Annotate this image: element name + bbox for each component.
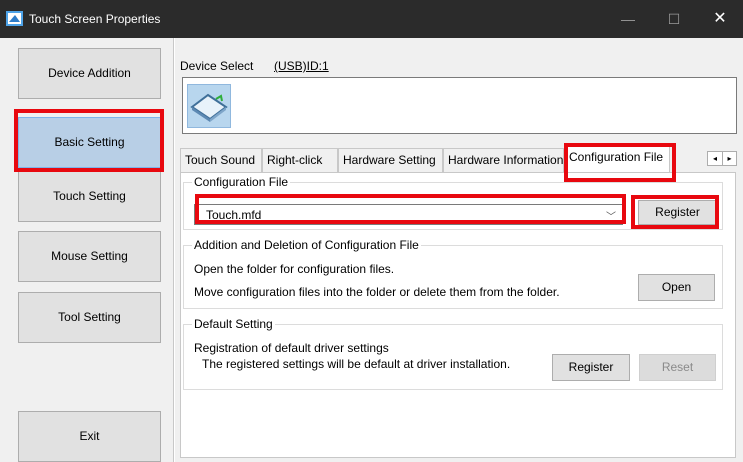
device-id-link[interactable]: (USB)ID:1 <box>274 59 329 73</box>
touch-panel-glyph <box>190 93 228 122</box>
device-select-label: Device Select <box>180 59 254 73</box>
main-panel: Device Select (USB)ID:1 Touch Sound Righ… <box>175 38 743 462</box>
config-file-group-title: Configuration File <box>192 175 291 189</box>
title-bar: Touch Screen Properties — ☐ ✕ <box>0 0 743 38</box>
default-setting-line1: Registration of default driver settings <box>194 341 389 355</box>
config-file-dropdown[interactable]: Touch.mfd ﹀ <box>194 204 623 225</box>
tab-scroll-right-icon[interactable]: ▸ <box>722 152 736 165</box>
sidebar: Device Addition Basic Setting Touch Sett… <box>0 38 174 462</box>
default-setting-line2: The registered settings will be default … <box>202 357 511 371</box>
chevron-down-icon[interactable]: ﹀ <box>606 208 616 223</box>
sidebar-item-device-addition[interactable]: Device Addition <box>18 48 161 99</box>
config-register-button[interactable]: Register <box>638 200 717 225</box>
reset-button[interactable]: Reset <box>639 354 716 381</box>
add-delete-line2: Move configuration files into the folder… <box>194 285 560 299</box>
sidebar-item-mouse-setting[interactable]: Mouse Setting <box>18 231 161 282</box>
tab-scroll-buttons: ◂ ▸ <box>707 151 737 166</box>
tab-configuration-file[interactable]: Configuration File <box>564 145 670 172</box>
sidebar-item-touch-setting[interactable]: Touch Setting <box>18 171 161 222</box>
default-setting-group-title: Default Setting <box>192 317 275 331</box>
device-list[interactable] <box>182 77 737 134</box>
config-file-selected: Touch.mfd <box>206 208 262 222</box>
close-button[interactable]: ✕ <box>697 0 743 38</box>
tab-scroll-left-icon[interactable]: ◂ <box>708 152 722 165</box>
maximize-button[interactable]: ☐ <box>651 0 697 38</box>
minimize-button[interactable]: — <box>605 0 651 38</box>
touch-panel-icon[interactable] <box>187 84 231 128</box>
tab-right-click[interactable]: Right-click <box>262 148 338 172</box>
sidebar-item-basic-setting[interactable]: Basic Setting <box>18 117 161 168</box>
exit-button[interactable]: Exit <box>18 411 161 462</box>
add-delete-group-title: Addition and Deletion of Configuration F… <box>192 238 421 252</box>
tab-touch-sound[interactable]: Touch Sound <box>180 148 262 172</box>
default-register-button[interactable]: Register <box>552 354 630 381</box>
tab-hardware-setting[interactable]: Hardware Setting <box>338 148 443 172</box>
sidebar-item-tool-setting[interactable]: Tool Setting <box>18 292 161 343</box>
window-title: Touch Screen Properties <box>29 12 161 26</box>
open-folder-button[interactable]: Open <box>638 274 715 301</box>
add-delete-line1: Open the folder for configuration files. <box>194 262 395 276</box>
app-icon <box>6 11 23 26</box>
tab-hardware-information[interactable]: Hardware Information <box>443 148 564 172</box>
